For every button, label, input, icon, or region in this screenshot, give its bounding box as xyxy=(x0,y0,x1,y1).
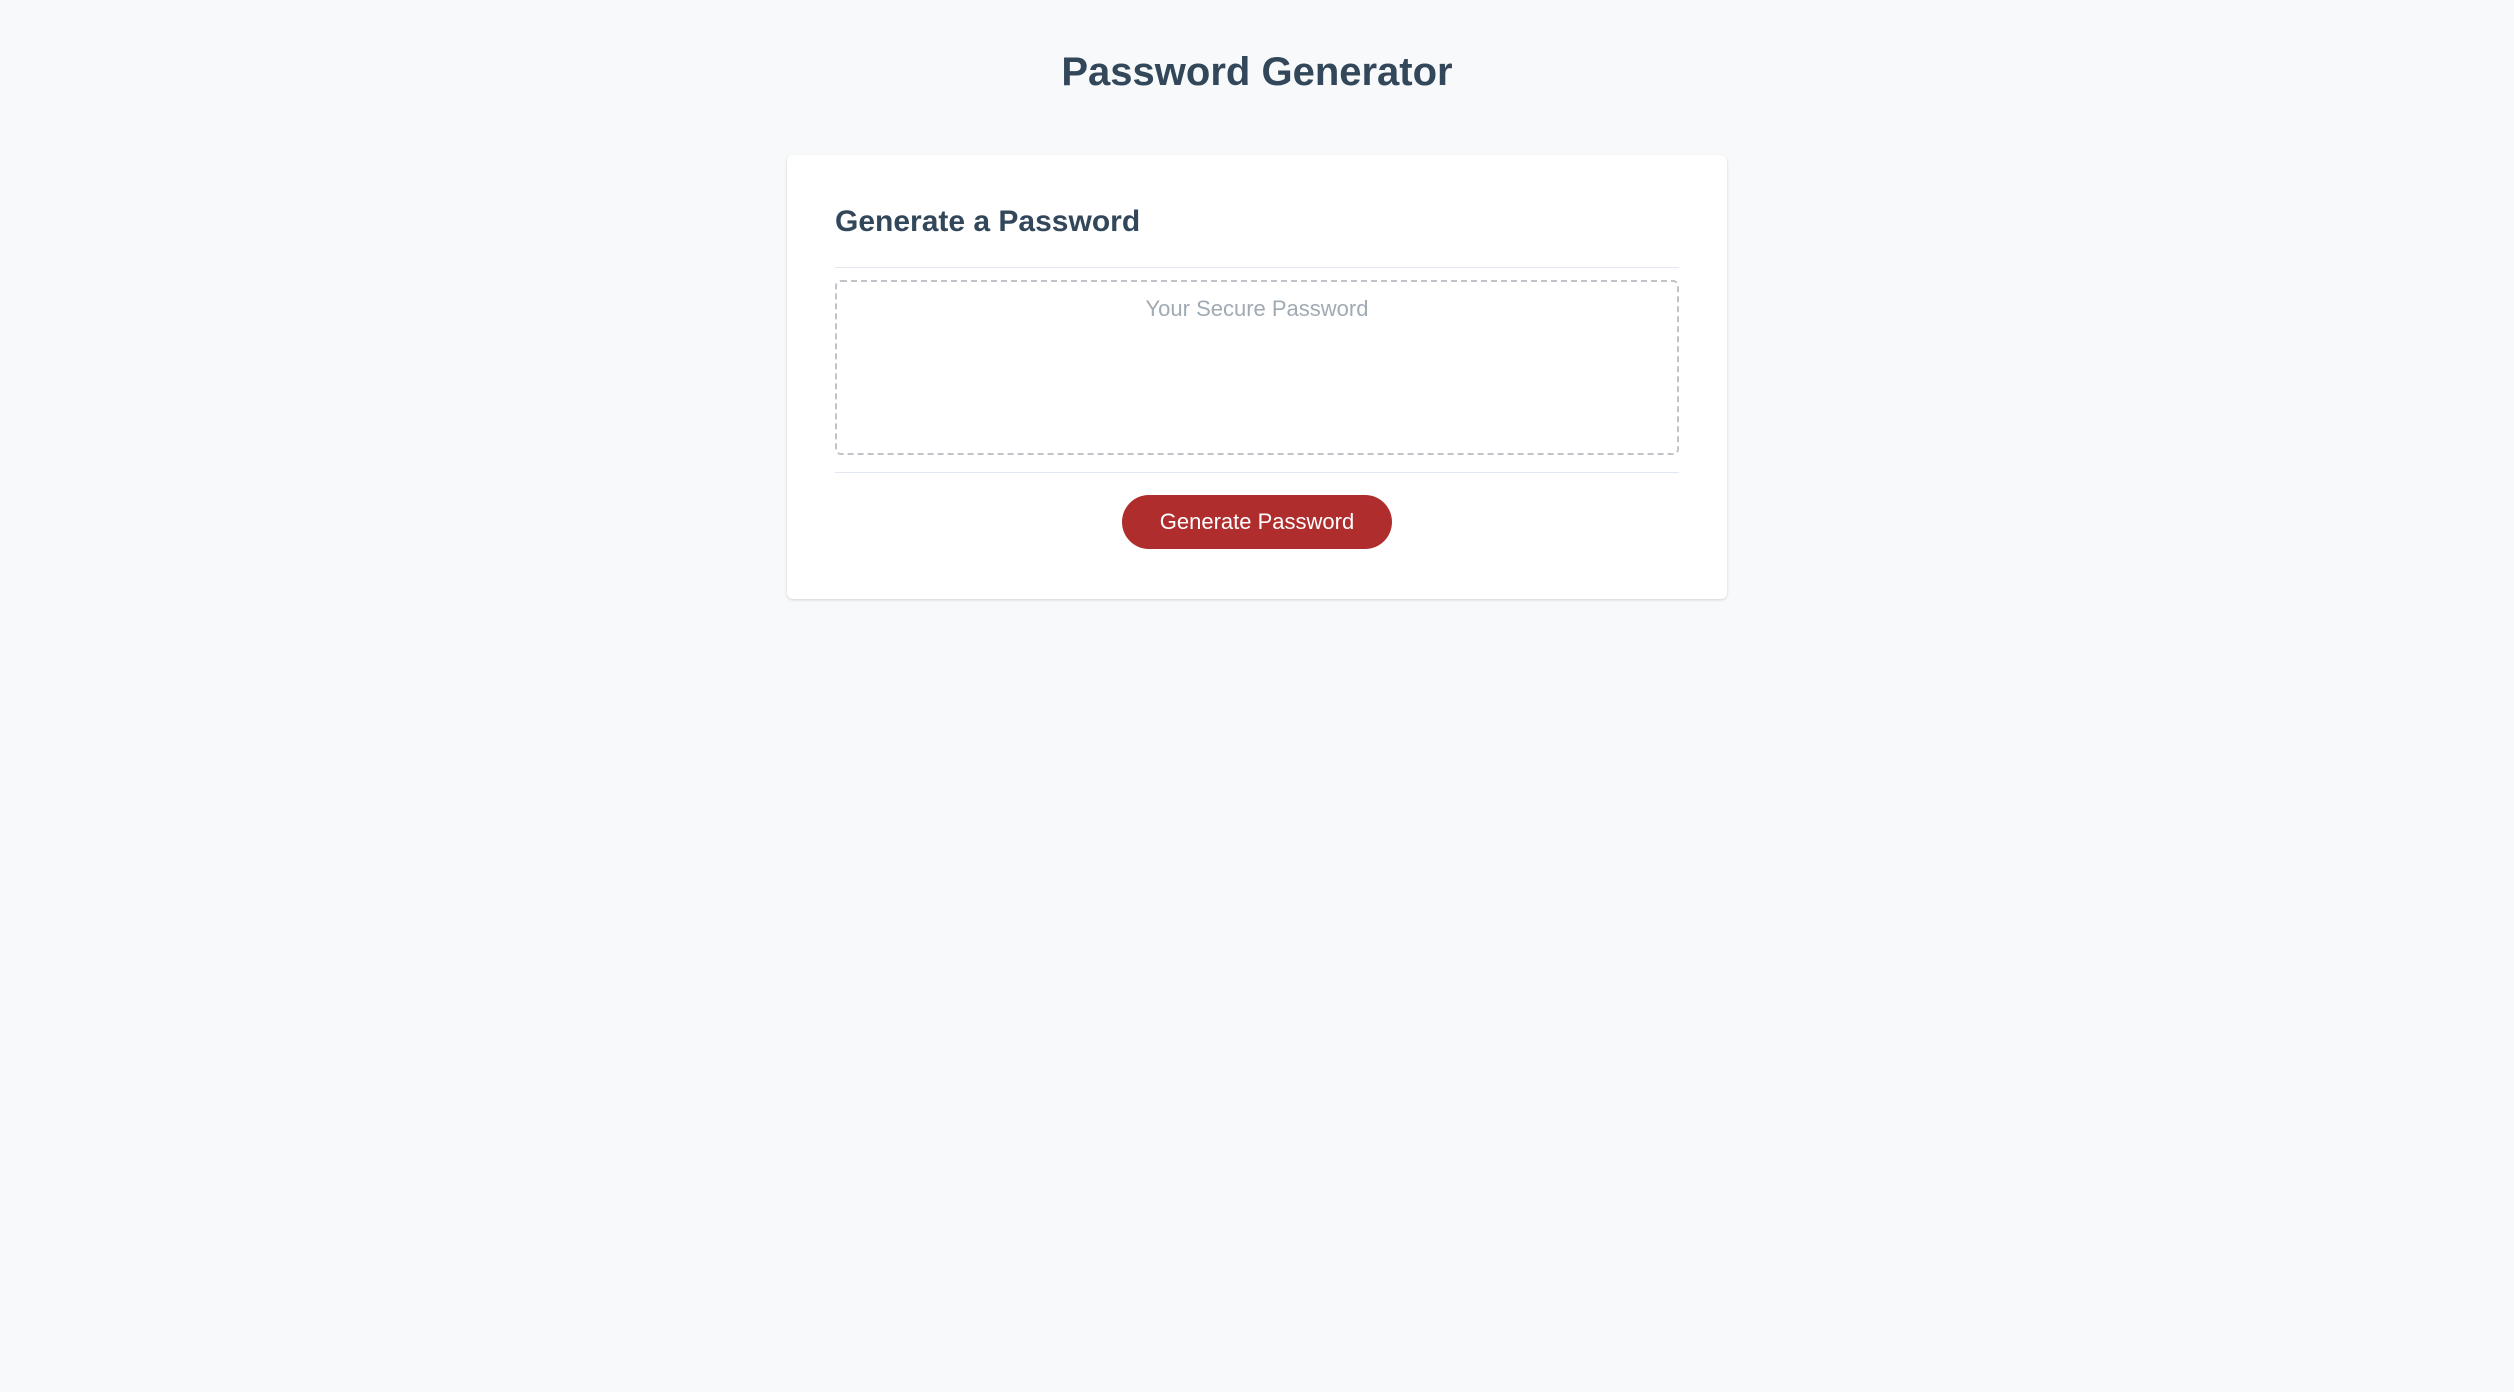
password-output[interactable] xyxy=(835,280,1679,455)
generator-card: Generate a Password Generate Password xyxy=(787,155,1727,599)
generate-button[interactable]: Generate Password xyxy=(1122,495,1392,549)
page-title: Password Generator xyxy=(787,50,1727,95)
output-section xyxy=(835,267,1679,473)
card-heading: Generate a Password xyxy=(835,205,1679,239)
button-row: Generate Password xyxy=(835,495,1679,549)
main-container: Password Generator Generate a Password G… xyxy=(787,50,1727,599)
